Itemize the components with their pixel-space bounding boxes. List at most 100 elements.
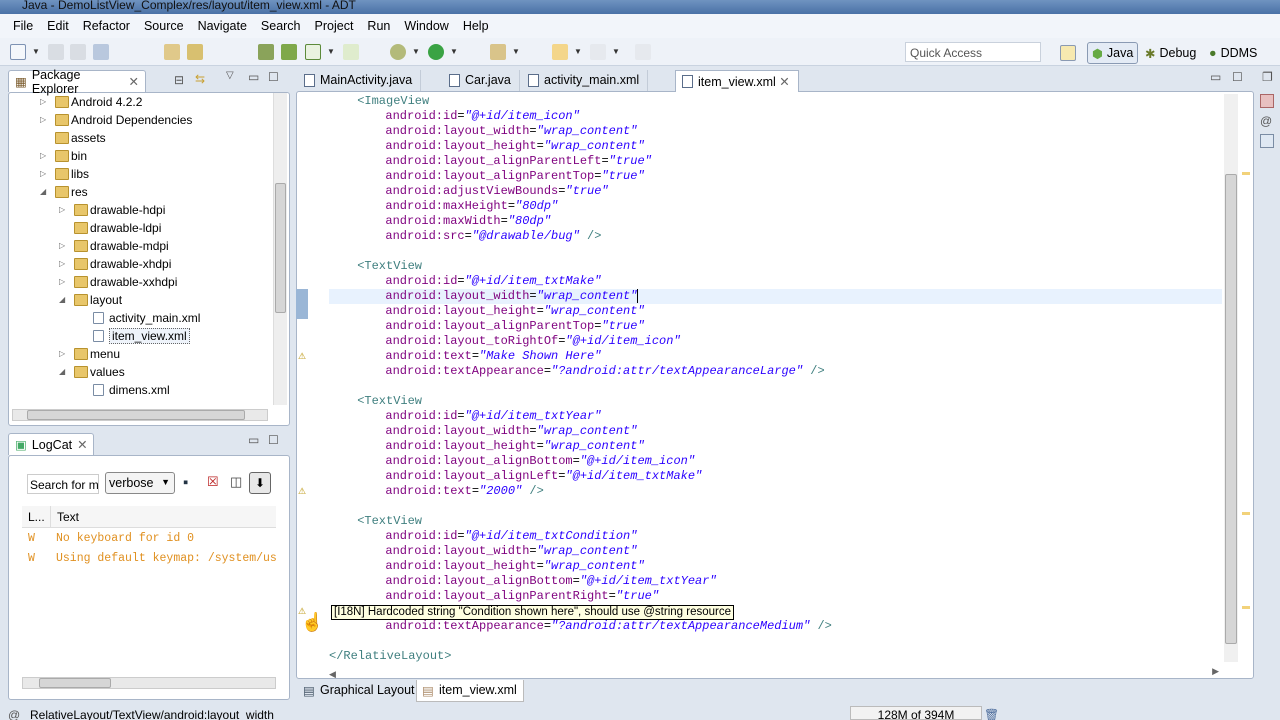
forward-icon[interactable] (590, 44, 606, 60)
tree-item[interactable]: ◢ layout (8, 291, 273, 309)
editor-horizontal-scrollbar[interactable]: ◀ ▶ (329, 666, 1219, 679)
column-level[interactable]: L... (28, 510, 45, 524)
expanded-arrow-icon[interactable]: ◢ (59, 291, 65, 309)
toggle-filters-icon[interactable]: ◫ (230, 474, 242, 490)
tab-xml-source[interactable]: ▤ item_view.xml (416, 680, 524, 702)
menu-project[interactable]: Project (308, 19, 361, 33)
menu-refactor[interactable]: Refactor (76, 19, 137, 33)
pin-editor-icon[interactable] (635, 44, 651, 60)
tab-mainactivity-java[interactable]: MainActivity.java (298, 70, 422, 91)
menu-file[interactable]: File (6, 19, 40, 33)
menu-source[interactable]: Source (137, 19, 191, 33)
menu-edit[interactable]: Edit (40, 19, 76, 33)
maximize-icon[interactable]: ☐ (1232, 70, 1243, 84)
save-all-icon[interactable] (70, 44, 86, 60)
tree-item[interactable]: ◢ res (8, 183, 273, 201)
external-tools-icon[interactable] (490, 44, 506, 60)
tree-item[interactable]: ▷ bin (8, 147, 273, 165)
avd-manager-icon[interactable] (281, 44, 297, 60)
quick-access-input[interactable]: Quick Access (905, 42, 1041, 62)
package-explorer-tab[interactable]: ▦ Package Explorer ✕ (8, 68, 146, 96)
back-icon[interactable] (552, 44, 568, 60)
collapsed-arrow-icon[interactable]: ▷ (59, 345, 65, 363)
collapsed-arrow-icon[interactable]: ▷ (40, 93, 46, 111)
logcat-search-input[interactable]: Search for m (27, 474, 99, 494)
collapsed-arrow-icon[interactable]: ▷ (59, 255, 65, 273)
log-level-select[interactable]: verbose ▼ (105, 472, 175, 494)
tab-activity_main-xml[interactable]: activity_main.xml (522, 70, 649, 91)
minimize-icon[interactable]: ▭ (1210, 70, 1221, 84)
logcat-horizontal-scrollbar[interactable] (22, 677, 276, 689)
open-type-icon[interactable] (164, 44, 180, 60)
sdk-manager-icon[interactable] (258, 44, 274, 60)
expanded-arrow-icon[interactable]: ◢ (59, 363, 65, 381)
scroll-lock-icon[interactable]: ⬇ (249, 472, 271, 494)
close-icon[interactable]: ✕ (776, 75, 789, 89)
tab-car-java[interactable]: Car.java (443, 70, 520, 91)
declaration-icon[interactable] (1260, 134, 1274, 148)
warning-icon[interactable] (298, 97, 308, 106)
open-perspective-icon[interactable] (1060, 45, 1076, 61)
tree-horizontal-scrollbar[interactable] (12, 409, 268, 421)
lint-icon[interactable] (305, 44, 321, 60)
maximize-icon[interactable]: ☐ (268, 70, 279, 84)
perspective-debug[interactable]: ✱ Debug (1141, 42, 1200, 64)
clear-log-icon[interactable]: ☒ (207, 474, 219, 490)
new-icon[interactable] (10, 44, 26, 60)
debug-icon[interactable] (390, 44, 406, 60)
collapsed-arrow-icon[interactable]: ▷ (59, 273, 65, 291)
collapsed-arrow-icon[interactable]: ▷ (59, 201, 65, 219)
tree-item[interactable]: ▷ Android 4.2.2 (8, 93, 273, 111)
warning-icon[interactable]: ⚠ (298, 352, 308, 361)
menu-search[interactable]: Search (254, 19, 308, 33)
column-text[interactable]: Text (57, 510, 79, 524)
tab-graphical-layout[interactable]: ▤ Graphical Layout (298, 680, 422, 701)
editor-vertical-scrollbar[interactable] (1224, 94, 1238, 662)
outline-icon[interactable] (1260, 94, 1274, 108)
tree-item[interactable]: ▷ Android Dependencies (8, 111, 273, 129)
collapsed-arrow-icon[interactable]: ▷ (40, 111, 46, 129)
log-row[interactable]: W Using default keymap: /system/us (28, 552, 277, 565)
collapsed-arrow-icon[interactable]: ▷ (40, 165, 46, 183)
tree-item[interactable]: ◢ values (8, 363, 273, 381)
menu-help[interactable]: Help (456, 19, 496, 33)
logcat-tab[interactable]: ▣ LogCat ✕ (8, 433, 94, 455)
close-icon[interactable]: ✕ (77, 437, 87, 452)
tree-item[interactable]: ▷ libs (8, 165, 273, 183)
warning-icon[interactable]: ⚠ (298, 487, 308, 496)
menu-window[interactable]: Window (397, 19, 455, 33)
maximize-icon[interactable]: ☐ (268, 433, 279, 447)
javadoc-icon[interactable]: @ (1260, 114, 1272, 128)
close-icon[interactable]: ✕ (129, 74, 139, 89)
tree-item[interactable]: drawable-ldpi (8, 219, 273, 237)
run-icon[interactable] (428, 44, 444, 60)
perspective-java[interactable]: ⬢ Java (1087, 42, 1139, 64)
tree-item[interactable]: item_view.xml (8, 327, 273, 345)
print-icon[interactable] (93, 44, 109, 60)
tree-item[interactable]: ▷ menu (8, 345, 273, 363)
tree-item[interactable]: ▷ drawable-xhdpi (8, 255, 273, 273)
link-with-editor-icon[interactable]: ⇆ (195, 72, 205, 86)
menu-navigate[interactable]: Navigate (191, 19, 254, 33)
restore-icon[interactable]: ❐ (1262, 70, 1273, 84)
tree-item[interactable]: ▷ drawable-mdpi (8, 237, 273, 255)
view-menu-icon[interactable]: ▽ (226, 70, 234, 81)
open-resource-icon[interactable] (187, 44, 203, 60)
collapsed-arrow-icon[interactable]: ▷ (40, 147, 46, 165)
tree-item[interactable]: activity_main.xml (8, 309, 273, 327)
menu-run[interactable]: Run (360, 19, 397, 33)
save-icon[interactable] (48, 44, 64, 60)
perspective-ddms[interactable]: ● DDMS (1205, 42, 1261, 64)
code-editor[interactable]: <ImageView android:id="@+id/item_icon" and… (329, 94, 1224, 664)
tree-item[interactable]: ▷ drawable-hdpi (8, 201, 273, 219)
save-log-icon[interactable]: ▪ (183, 474, 188, 491)
tree-item[interactable]: ▷ drawable-xxhdpi (8, 273, 273, 291)
tab-item_view-xml[interactable]: item_view.xml ✕ (675, 70, 799, 92)
tree-item[interactable]: dimens.xml (8, 381, 273, 399)
tree-item[interactable]: assets (8, 129, 273, 147)
minimize-icon[interactable]: ▭ (248, 433, 259, 447)
collapse-all-icon[interactable]: ⊟ (174, 73, 184, 87)
garbage-collect-icon[interactable]: 🗑 (984, 706, 999, 720)
minimize-icon[interactable]: ▭ (248, 70, 259, 84)
collapsed-arrow-icon[interactable]: ▷ (59, 237, 65, 255)
